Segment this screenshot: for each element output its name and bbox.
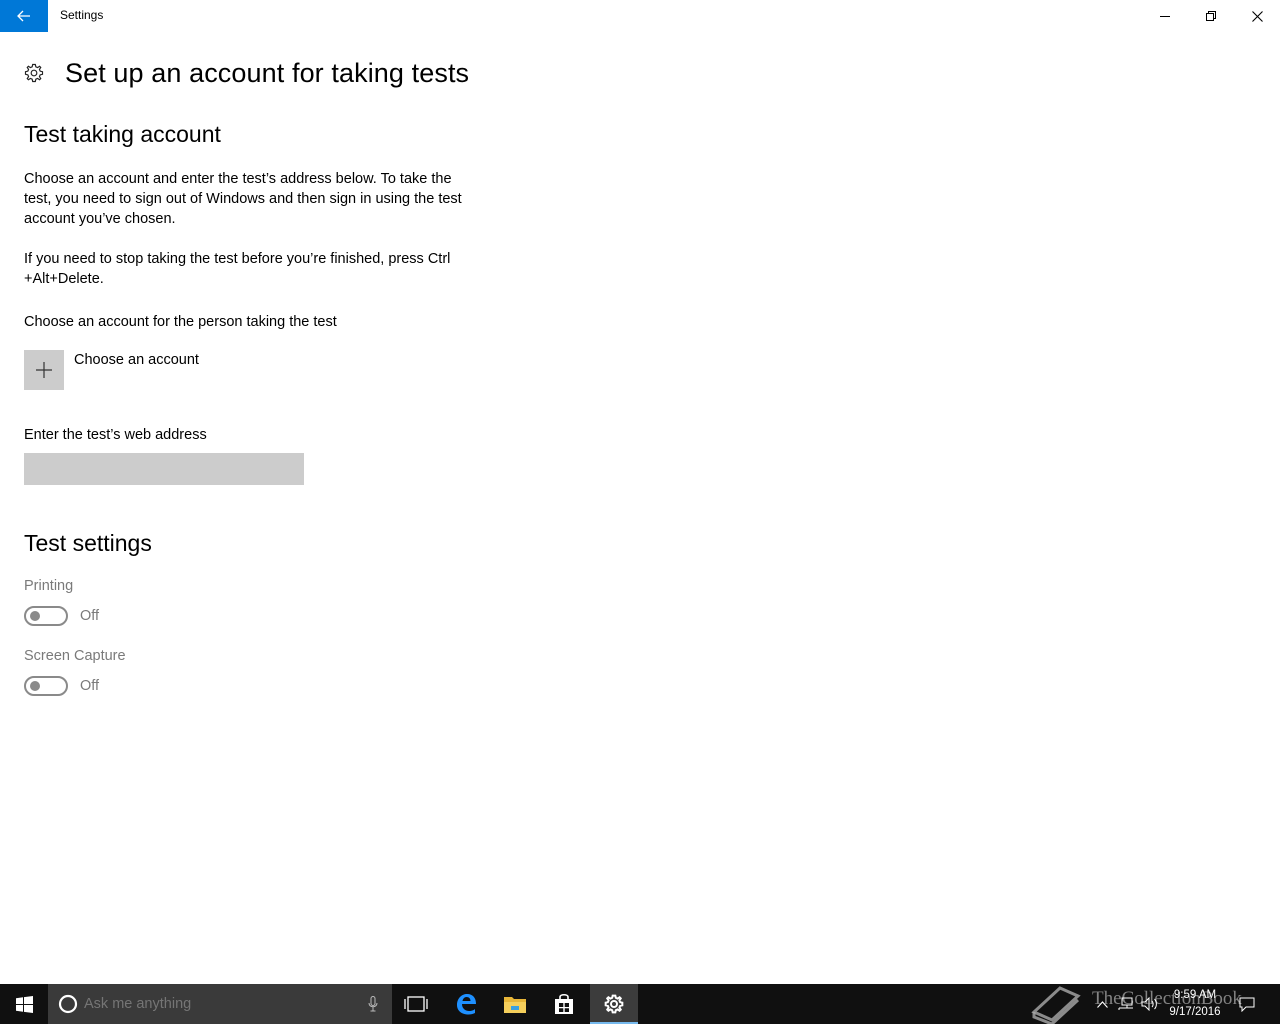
network-button[interactable] <box>1114 984 1138 1024</box>
screen-capture-state: Off <box>80 678 100 694</box>
start-button[interactable] <box>0 984 48 1024</box>
clock[interactable]: 9:59 AM 9/17/2016 <box>1160 987 1230 1021</box>
title-bar: Settings <box>0 0 1280 32</box>
plus-icon <box>36 362 52 378</box>
action-center-button[interactable] <box>1234 984 1260 1024</box>
close-button[interactable] <box>1234 0 1280 32</box>
section-title-test-settings: Test settings <box>24 530 152 556</box>
choose-account-label: Choose an account for the person taking … <box>24 314 337 330</box>
cortana-search-box[interactable] <box>48 984 392 1024</box>
clock-date: 9/17/2016 <box>1169 1006 1221 1018</box>
screen-capture-label: Screen Capture <box>24 648 126 664</box>
section-title-account: Test taking account <box>24 121 221 147</box>
stop-test-instructions: If you need to stop taking the test befo… <box>24 251 451 287</box>
edge-button[interactable] <box>442 984 490 1024</box>
back-arrow-icon <box>17 10 30 22</box>
task-view-icon <box>404 996 428 1012</box>
windows-logo-icon <box>15 995 33 1013</box>
back-button[interactable] <box>0 0 48 32</box>
microphone-icon[interactable] <box>368 996 378 1012</box>
action-center-icon <box>1239 997 1255 1012</box>
close-icon <box>1251 10 1263 22</box>
task-view-button[interactable] <box>392 984 440 1024</box>
minimize-icon <box>1160 16 1170 17</box>
toggle-knob <box>30 681 40 691</box>
store-icon <box>555 993 573 1014</box>
screen-capture-toggle[interactable] <box>24 676 68 696</box>
volume-button[interactable] <box>1138 984 1162 1024</box>
network-icon <box>1118 997 1133 1010</box>
chevron-up-icon <box>1096 1000 1108 1008</box>
window-title: Settings <box>60 8 104 22</box>
choose-account-button[interactable] <box>24 350 64 390</box>
page-header: Set up an account for taking tests <box>24 56 469 90</box>
book-logo-icon <box>1031 986 1081 1024</box>
minimize-button[interactable] <box>1142 0 1188 32</box>
file-explorer-button[interactable] <box>491 984 539 1024</box>
restore-button[interactable] <box>1188 0 1234 32</box>
account-description: Choose an account and enter the test’s a… <box>24 171 462 227</box>
show-hidden-icons-button[interactable] <box>1092 984 1112 1024</box>
page-title: Set up an account for taking tests <box>65 57 470 88</box>
restore-icon <box>1206 11 1216 21</box>
printing-toggle[interactable] <box>24 606 68 626</box>
search-input[interactable] <box>84 996 344 1012</box>
choose-account-link[interactable]: Choose an account <box>74 352 199 368</box>
web-address-input[interactable] <box>24 453 304 485</box>
volume-icon <box>1141 997 1157 1011</box>
edge-icon <box>457 994 476 1015</box>
settings-icon <box>604 994 624 1014</box>
clock-time: 9:59 AM <box>1173 989 1217 1001</box>
web-address-label: Enter the test’s web address <box>24 427 207 443</box>
gear-icon <box>24 63 44 83</box>
file-explorer-icon <box>504 997 526 1013</box>
printing-label: Printing <box>24 578 74 594</box>
settings-taskbar-button[interactable] <box>590 984 638 1024</box>
store-button[interactable] <box>540 984 588 1024</box>
printing-state: Off <box>80 608 100 624</box>
cortana-icon <box>58 994 78 1014</box>
toggle-knob <box>30 611 40 621</box>
taskbar: TheCollectionBook 9:59 AM 9/17/2016 <box>0 984 1280 1024</box>
